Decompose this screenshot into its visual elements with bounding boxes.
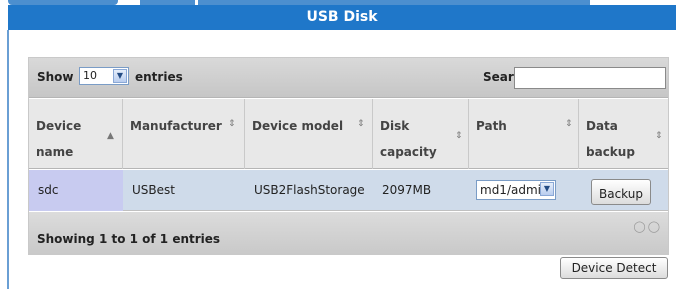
pagination-icons[interactable]: ◯◯	[633, 220, 662, 233]
cell-manufacturer: USBest	[132, 183, 175, 197]
column-label: Device model	[252, 119, 344, 133]
column-label: Manufacturer	[130, 119, 222, 133]
window-title: USB Disk	[306, 9, 378, 25]
column-disk-capacity[interactable]: Disk capacity ⇕	[373, 99, 469, 169]
table-row: sdc USBest USB2FlashStorage 2097MB md1/a…	[29, 170, 668, 211]
table-header: Device name ▲ Manufacturer ⇕ Device mode…	[29, 99, 668, 169]
next-page-icon[interactable]: ◯	[648, 220, 662, 233]
entries-per-page-select[interactable]: 10 ▼	[79, 67, 129, 85]
column-device-model[interactable]: Device model ⇕	[245, 99, 373, 169]
column-label: Disk capacity	[380, 119, 437, 159]
path-select-value: md1/admin	[480, 183, 549, 197]
table-footer: Showing 1 to 1 of 1 entries ◯◯	[29, 212, 668, 254]
column-device-name[interactable]: Device name ▲	[29, 99, 123, 169]
sort-icon[interactable]: ⇕	[565, 119, 573, 129]
column-data-backup[interactable]: Data backup ⇕	[579, 99, 668, 169]
sort-icon[interactable]: ⇕	[455, 131, 463, 141]
entries-label: entries	[135, 70, 183, 84]
device-detect-button[interactable]: Device Detect	[560, 257, 668, 279]
chevron-down-icon[interactable]: ▼	[113, 69, 127, 83]
column-label: Path	[476, 119, 507, 133]
column-manufacturer[interactable]: Manufacturer ⇕	[123, 99, 245, 169]
show-label: Show	[37, 70, 74, 84]
window-header: USB Disk	[8, 5, 676, 30]
left-border	[7, 30, 9, 289]
search-input[interactable]	[514, 67, 666, 89]
entries-select-value: 10	[83, 69, 97, 82]
sort-asc-icon[interactable]: ▲	[107, 131, 114, 141]
column-label: Device name	[36, 119, 82, 159]
path-select[interactable]: md1/admin ▼	[476, 180, 556, 200]
cell-device-model: USB2FlashStorage	[254, 183, 365, 197]
sort-icon[interactable]: ⇕	[655, 131, 663, 141]
sort-icon[interactable]: ⇕	[357, 119, 365, 129]
chevron-down-icon[interactable]: ▼	[540, 182, 554, 196]
sort-icon[interactable]: ⇕	[228, 119, 236, 129]
usb-table-panel: Show 10 ▼ entries Search: Device name ▲ …	[28, 57, 669, 255]
entries-info: Showing 1 to 1 of 1 entries	[37, 232, 221, 246]
backup-button[interactable]: Backup	[591, 179, 651, 205]
cell-device-name: sdc	[29, 170, 123, 211]
prev-page-icon[interactable]: ◯	[633, 220, 647, 233]
column-path[interactable]: Path ⇕	[469, 99, 579, 169]
column-label: Data backup	[586, 119, 635, 159]
cell-disk-capacity: 2097MB	[382, 183, 432, 197]
table-toolbar: Show 10 ▼ entries Search:	[29, 58, 668, 98]
